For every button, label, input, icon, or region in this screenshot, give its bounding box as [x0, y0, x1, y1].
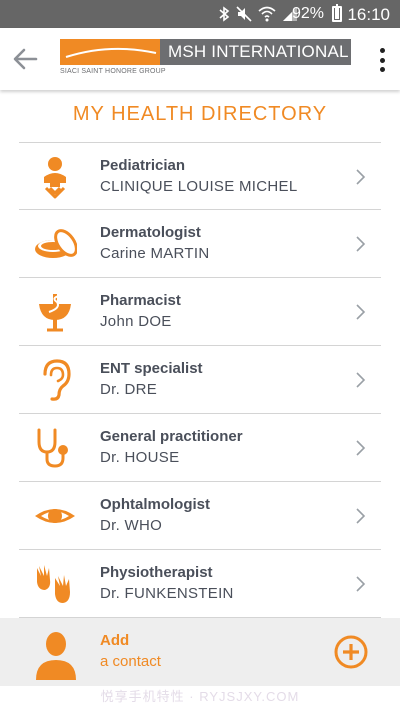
add-sublabel: a contact: [100, 653, 161, 670]
contact-name: Dr. FUNKENSTEIN: [100, 585, 234, 602]
contact-specialty: General practitioner: [100, 428, 243, 445]
contact-item-physiotherapist[interactable]: Physiotherapist Dr. FUNKENSTEIN: [19, 550, 381, 618]
contact-specialty: Pharmacist: [100, 292, 181, 309]
contact-name: Dr. WHO: [100, 517, 163, 534]
chevron-right-icon: [356, 372, 366, 388]
more-vertical-icon: [379, 48, 385, 53]
contact-specialty: Ophtalmologist: [100, 496, 210, 513]
status-bar: 92% 16:10: [0, 0, 400, 28]
mute-icon: [236, 6, 252, 22]
cream-jar-icon: [33, 222, 78, 266]
contact-item-general-practitioner[interactable]: General practitioner Dr. HOUSE: [19, 414, 381, 482]
contact-item-ophtalmologist[interactable]: Ophtalmologist Dr. WHO: [19, 482, 381, 550]
contact-name: Dr. HOUSE: [100, 449, 180, 466]
contact-item-pediatrician[interactable]: Pediatrician CLINIQUE LOUISE MICHEL: [19, 142, 381, 210]
overflow-menu-button[interactable]: [378, 48, 386, 72]
contact-specialty: ENT specialist: [100, 360, 203, 377]
hands-icon: [33, 562, 77, 606]
logo-swoosh: [60, 39, 160, 65]
watermark: 悦享手机特性 · RYJSJXY.COM: [0, 686, 400, 711]
wifi-icon: [258, 6, 276, 22]
bluetooth-icon: [219, 6, 230, 22]
brand-logo: MSH INTERNATIONAL SIACI SAINT HONORE GRO…: [60, 39, 351, 79]
ear-icon: [33, 358, 77, 402]
contact-specialty: Pediatrician: [100, 157, 186, 174]
baby-icon: [33, 155, 77, 199]
chevron-right-icon: [356, 508, 366, 524]
pharmacy-icon: [33, 290, 77, 334]
chevron-right-icon: [356, 576, 366, 592]
contact-item-ent-specialist[interactable]: ENT specialist Dr. DRE: [19, 346, 381, 414]
contact-specialty: Dermatologist: [100, 224, 201, 241]
contact-name: John DOE: [100, 313, 172, 330]
chevron-right-icon: [356, 236, 366, 252]
person-icon: [36, 632, 76, 680]
eye-icon: [33, 494, 77, 538]
battery-icon: [332, 4, 342, 22]
add-label: Add: [100, 632, 130, 649]
brand-name: MSH INTERNATIONAL: [160, 39, 351, 65]
contact-specialty: Physiotherapist: [100, 564, 213, 581]
contact-item-pharmacist[interactable]: Pharmacist John DOE: [19, 278, 381, 346]
clock: 16:10: [347, 5, 390, 24]
chevron-right-icon: [356, 440, 366, 456]
contact-name: Dr. DRE: [100, 381, 158, 398]
contact-name: Carine MARTIN: [100, 245, 210, 262]
chevron-right-icon: [356, 169, 366, 185]
contact-item-dermatologist[interactable]: Dermatologist Carine MARTIN: [19, 210, 381, 278]
battery-percent: 92%: [291, 5, 324, 22]
contact-list: Pediatrician CLINIQUE LOUISE MICHEL Derm…: [19, 142, 381, 618]
page-title: MY HEALTH DIRECTORY: [72, 103, 328, 125]
contact-name: CLINIQUE LOUISE MICHEL: [100, 178, 298, 195]
chevron-right-icon: [356, 304, 366, 320]
stethoscope-icon: [33, 426, 77, 470]
status-icons: [218, 0, 298, 28]
add-circle-icon[interactable]: [334, 635, 368, 669]
arrow-left-icon: [13, 48, 38, 70]
add-contact-button[interactable]: Add a contact: [0, 618, 400, 686]
app-bar: MSH INTERNATIONAL SIACI SAINT HONORE GRO…: [0, 28, 400, 90]
brand-subtitle: SIACI SAINT HONORE GROUP: [60, 68, 166, 75]
back-button[interactable]: [10, 45, 40, 73]
